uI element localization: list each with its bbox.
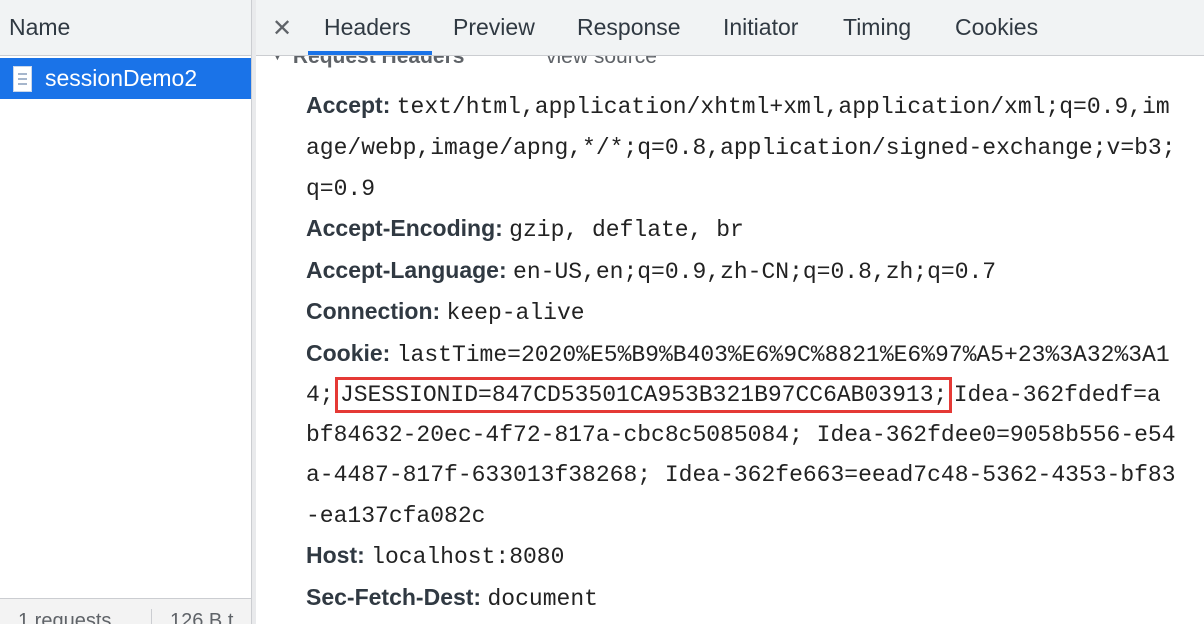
header-key: Connection: xyxy=(306,298,441,324)
header-row-connection: Connection: keep-alive xyxy=(306,291,585,332)
tab-headers[interactable]: Headers xyxy=(324,14,411,41)
header-value-continued: q=0.9 xyxy=(306,167,375,208)
header-value: lastTime=2020%E5%B9%B403%E6%9C%8821%E6%9… xyxy=(396,342,1170,368)
tab-timing[interactable]: Timing xyxy=(843,14,911,41)
header-value: 4; xyxy=(306,382,334,408)
header-row-cookie: Cookie: lastTime=2020%E5%B9%B403%E6%9C%8… xyxy=(306,333,1170,374)
details-tab-bar: ✕ Headers Preview Response Initiator Tim… xyxy=(256,0,1204,56)
header-value: text/html,application/xhtml+xml,applicat… xyxy=(396,94,1170,120)
status-divider xyxy=(151,609,152,624)
header-row-accept-language: Accept-Language: en-US,en;q=0.9,zh-CN;q=… xyxy=(306,250,996,291)
view-source-link[interactable]: view source xyxy=(546,56,657,69)
request-row-selected[interactable]: sessionDemo2 xyxy=(0,58,251,99)
header-row-accept-encoding: Accept-Encoding: gzip, deflate, br xyxy=(306,208,744,249)
header-value: a-4487-817f-633013f38268; Idea-362fe663=… xyxy=(306,462,1176,488)
request-count: 1 requests xyxy=(18,610,112,624)
header-value: -ea137cfa082c xyxy=(306,503,486,529)
header-value: bf84632-20ec-4f72-817a-cbc8c5085084; Ide… xyxy=(306,422,1176,448)
tab-response[interactable]: Response xyxy=(577,14,681,41)
header-key: Accept-Language: xyxy=(306,257,507,283)
header-row-sec-fetch-dest: Sec-Fetch-Dest: document xyxy=(306,577,598,618)
header-row-host: Host: localhost:8080 xyxy=(306,535,564,576)
header-row-accept: Accept: text/html,application/xhtml+xml,… xyxy=(306,85,1170,126)
header-value: document xyxy=(487,586,598,612)
header-key: Cookie: xyxy=(306,340,391,366)
jsessionid-highlight: JSESSIONID=847CD53501CA953B321B97CC6AB03… xyxy=(334,377,953,413)
section-title: Request Headers xyxy=(292,56,465,68)
header-value: age/webp,image/apng,*/*;q=0.8,applicatio… xyxy=(306,135,1176,161)
name-column-header[interactable]: Name xyxy=(0,0,251,56)
header-value-continued: age/webp,image/apng,*/*;q=0.8,applicatio… xyxy=(306,126,1176,167)
collapse-triangle-icon: ▼ xyxy=(270,56,285,64)
tab-initiator[interactable]: Initiator xyxy=(723,14,798,41)
header-value: en-US,en;q=0.9,zh-CN;q=0.8,zh;q=0.7 xyxy=(513,259,997,285)
header-key: Sec-Fetch-Dest: xyxy=(306,584,482,610)
name-column-label: Name xyxy=(9,14,71,40)
header-value: localhost:8080 xyxy=(371,544,565,570)
header-value: Idea-362fdedf=a xyxy=(953,382,1161,408)
request-headers-section-toggle[interactable]: ▼ Request Headers xyxy=(270,56,464,69)
document-icon xyxy=(13,65,32,92)
close-icon[interactable]: ✕ xyxy=(272,14,292,43)
request-details-panel: ✕ Headers Preview Response Initiator Tim… xyxy=(256,0,1204,624)
header-value-continued: a-4487-817f-633013f38268; Idea-362fe663=… xyxy=(306,453,1176,494)
header-value-continued: bf84632-20ec-4f72-817a-cbc8c5085084; Ide… xyxy=(306,413,1176,454)
tab-preview[interactable]: Preview xyxy=(453,14,535,41)
transferred-size: 126 B t xyxy=(170,610,234,624)
header-key: Accept: xyxy=(306,92,391,118)
tab-cookies[interactable]: Cookies xyxy=(955,14,1038,41)
header-value-continued: 4; JSESSIONID=847CD53501CA953B321B97CC6A… xyxy=(306,373,1161,414)
header-key: Host: xyxy=(306,542,365,568)
header-value: gzip, deflate, br xyxy=(509,217,744,243)
network-status-bar: 1 requests 126 B t xyxy=(0,598,251,624)
request-name: sessionDemo2 xyxy=(45,65,198,91)
header-key: Accept-Encoding: xyxy=(306,215,503,241)
headers-content: ▼ Request Headers view source Accept: tex… xyxy=(256,56,1204,624)
header-value: keep-alive xyxy=(446,300,585,326)
request-list-panel: Name sessionDemo2 1 requests 126 B t xyxy=(0,0,252,624)
header-value-continued: -ea137cfa082c xyxy=(306,494,485,535)
header-value: q=0.9 xyxy=(306,176,376,202)
active-tab-indicator xyxy=(308,51,432,55)
